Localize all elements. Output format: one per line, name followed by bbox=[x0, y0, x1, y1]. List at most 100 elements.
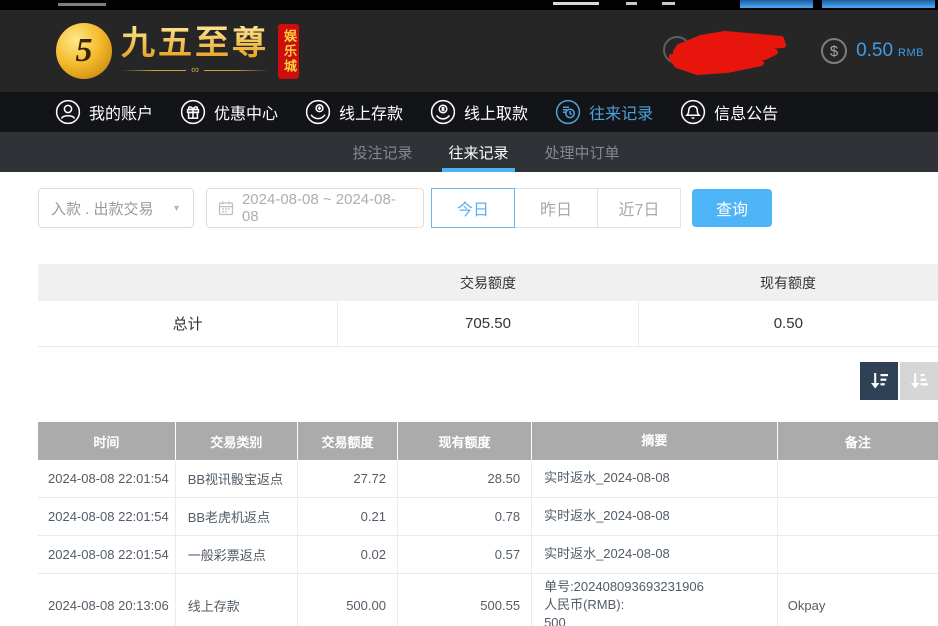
sort-descending-button[interactable] bbox=[860, 362, 898, 400]
clipped-topbar-text bbox=[553, 2, 599, 5]
cell-balance: 0.78 bbox=[398, 498, 532, 535]
table-row: 2024-08-08 22:01:54 BB视讯骰宝返点 27.72 28.50… bbox=[38, 460, 938, 498]
tab-pending-orders[interactable]: 处理中订单 bbox=[539, 132, 626, 172]
summary-header-row: 交易额度 现有额度 bbox=[38, 264, 938, 301]
summary-total-row: 总计 705.50 0.50 bbox=[38, 301, 938, 347]
cell-balance: 0.57 bbox=[398, 536, 532, 573]
date-range-value: 2024-08-08 ~ 2024-08-08 bbox=[242, 191, 412, 225]
cell-amount: 0.21 bbox=[298, 498, 398, 535]
cell-note bbox=[778, 498, 938, 535]
nav-item-promotions[interactable]: 优惠中心 bbox=[180, 99, 278, 125]
balance-currency: RMB bbox=[898, 43, 924, 59]
summary-total-label: 总计 bbox=[38, 301, 338, 346]
bell-icon bbox=[680, 99, 706, 125]
redaction-scribble bbox=[669, 27, 789, 77]
cell-type: BB视讯骰宝返点 bbox=[176, 460, 298, 497]
table-header-row: 时间 交易类别 交易额度 现有额度 摘要 备注 bbox=[38, 422, 938, 460]
quick-date-group: 今日 昨日 近7日 bbox=[432, 188, 681, 228]
cell-balance: 28.50 bbox=[398, 460, 532, 497]
nav-label: 优惠中心 bbox=[214, 100, 278, 124]
search-button[interactable]: 查询 bbox=[692, 189, 772, 227]
main-navigation: 我的账户 优惠中心 线上存款 bbox=[0, 92, 938, 132]
cell-amount: 0.02 bbox=[298, 536, 398, 573]
summary-total-available: 0.50 bbox=[639, 301, 938, 346]
cell-time: 2024-08-08 22:01:54 bbox=[38, 498, 176, 535]
nav-item-deposit[interactable]: 线上存款 bbox=[305, 99, 403, 125]
cell-time: 2024-08-08 20:13:06 bbox=[38, 574, 176, 626]
logo-flourish: ∞ bbox=[121, 65, 269, 76]
col-header-note: 备注 bbox=[778, 422, 938, 460]
transaction-records-page: 5 九五至尊 ∞ 娱乐城 $ 0.50 RMB bbox=[0, 0, 938, 626]
sort-ascending-button[interactable] bbox=[900, 362, 938, 400]
topbar-link-fragment[interactable] bbox=[822, 0, 935, 8]
cell-summary: 实时返水_2024-08-08 bbox=[532, 460, 778, 497]
sort-controls bbox=[38, 362, 938, 400]
cell-amount: 27.72 bbox=[298, 460, 398, 497]
cell-type: 一般彩票返点 bbox=[176, 536, 298, 573]
nav-item-withdraw[interactable]: 线上取款 bbox=[430, 99, 528, 125]
main-content: 入款 . 出款交易 ▼ 2024-08-08 ~ 2024-08-08 今日 昨… bbox=[0, 172, 938, 626]
calendar-icon bbox=[218, 200, 234, 216]
nav-label: 线上存款 bbox=[339, 100, 403, 124]
today-button[interactable]: 今日 bbox=[431, 188, 515, 228]
withdraw-icon bbox=[430, 99, 456, 125]
cell-note bbox=[778, 460, 938, 497]
records-icon bbox=[555, 99, 581, 125]
nav-item-announcements[interactable]: 信息公告 bbox=[680, 99, 778, 125]
cell-note bbox=[778, 536, 938, 573]
user-icon bbox=[55, 99, 81, 125]
nav-item-my-account[interactable]: 我的账户 bbox=[55, 99, 153, 125]
col-header-time: 时间 bbox=[38, 422, 176, 460]
cell-summary: 单号:202408093693231906 人民币(RMB): 500 bbox=[532, 574, 778, 626]
cell-note: Okpay bbox=[778, 574, 938, 626]
table-row: 2024-08-08 22:01:54 BB老虎机返点 0.21 0.78 实时… bbox=[38, 498, 938, 536]
sort-descending-icon bbox=[868, 370, 890, 392]
top-utility-bar bbox=[0, 0, 938, 10]
cell-summary: 实时返水_2024-08-08 bbox=[532, 498, 778, 535]
record-subtabs: 投注记录 往来记录 处理中订单 bbox=[0, 132, 938, 172]
nav-label: 往来记录 bbox=[589, 100, 653, 124]
col-header-balance: 现有额度 bbox=[398, 422, 532, 460]
col-header-summary: 摘要 bbox=[532, 422, 778, 460]
gift-icon bbox=[180, 99, 206, 125]
summary-total-transaction: 705.50 bbox=[338, 301, 638, 346]
cell-summary: 实时返水_2024-08-08 bbox=[532, 536, 778, 573]
date-range-input[interactable]: 2024-08-08 ~ 2024-08-08 bbox=[206, 188, 424, 228]
nav-label: 信息公告 bbox=[714, 100, 778, 124]
yesterday-button[interactable]: 昨日 bbox=[514, 188, 598, 228]
table-row: 2024-08-08 20:13:06 线上存款 500.00 500.55 单… bbox=[38, 574, 938, 626]
cell-type: BB老虎机返点 bbox=[176, 498, 298, 535]
last7days-button[interactable]: 近7日 bbox=[597, 188, 681, 228]
clipped-topbar-text bbox=[626, 2, 637, 5]
nav-item-transaction-records[interactable]: 往来记录 bbox=[555, 99, 653, 125]
cell-type: 线上存款 bbox=[176, 574, 298, 626]
site-header: 5 九五至尊 ∞ 娱乐城 $ 0.50 RMB bbox=[0, 10, 938, 92]
summary-header-blank bbox=[38, 264, 338, 301]
topbar-link-fragment[interactable] bbox=[740, 0, 813, 8]
deposit-icon bbox=[305, 99, 331, 125]
chevron-down-icon: ▼ bbox=[172, 203, 181, 213]
site-logo[interactable]: 5 九五至尊 ∞ 娱乐城 bbox=[56, 23, 299, 79]
summary-header-available: 现有额度 bbox=[638, 264, 938, 301]
cell-amount: 500.00 bbox=[298, 574, 398, 626]
balance-amount: 0.50 bbox=[856, 40, 893, 62]
col-header-amount: 交易额度 bbox=[298, 422, 398, 460]
transaction-type-select[interactable]: 入款 . 出款交易 ▼ bbox=[38, 188, 194, 228]
cell-time: 2024-08-08 22:01:54 bbox=[38, 460, 176, 497]
nav-label: 线上取款 bbox=[464, 100, 528, 124]
logo-emblem-icon: 5 bbox=[56, 23, 112, 79]
table-row: 2024-08-08 22:01:54 一般彩票返点 0.02 0.57 实时返… bbox=[38, 536, 938, 574]
transaction-type-value: 入款 . 出款交易 bbox=[51, 198, 154, 219]
account-balance: $ 0.50 RMB bbox=[821, 38, 924, 64]
tab-betting-records[interactable]: 投注记录 bbox=[346, 132, 418, 172]
dollar-icon: $ bbox=[821, 38, 847, 64]
tab-transaction-records[interactable]: 往来记录 bbox=[442, 132, 514, 172]
cell-time: 2024-08-08 22:01:54 bbox=[38, 536, 176, 573]
nav-label: 我的账户 bbox=[89, 100, 153, 124]
logo-badge: 娱乐城 bbox=[278, 24, 299, 79]
clipped-topbar-text bbox=[662, 2, 675, 5]
sort-ascending-icon bbox=[908, 370, 930, 392]
summary-header-transaction: 交易额度 bbox=[338, 264, 638, 301]
cell-balance: 500.55 bbox=[398, 574, 532, 626]
redacted-username bbox=[663, 23, 791, 79]
